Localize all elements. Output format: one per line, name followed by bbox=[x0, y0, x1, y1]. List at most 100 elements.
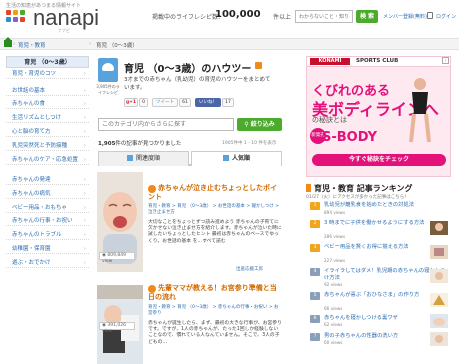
sidebar-item[interactable]: お世話の基本 bbox=[6, 86, 89, 96]
tab-popular[interactable]: 人気順 bbox=[191, 151, 282, 166]
category-search-input[interactable] bbox=[98, 118, 234, 131]
sidebar-item[interactable]: 赤ちゃんの病気 bbox=[6, 189, 89, 199]
ranking-heading: 育児・教育 記事ランキング bbox=[314, 184, 413, 193]
article-breadcrumb[interactable]: 育児・教育 > 育児 （0～3歳） > 赤ちゃんの行事・お祝い > お宮参り bbox=[148, 305, 282, 317]
rank-number: 1 bbox=[310, 202, 320, 210]
ad-cta-button[interactable]: 今すぐ秘訣をチェック bbox=[312, 154, 446, 166]
ranking-icon bbox=[306, 184, 311, 192]
nanapi-logo[interactable]: nanapi bbox=[4, 7, 99, 29]
ad-model-image bbox=[409, 78, 431, 142]
gplus-count: 0 bbox=[139, 98, 148, 107]
ranking-item-thumbnail[interactable] bbox=[430, 332, 448, 346]
article-view-count: ◉ 391,026 view bbox=[99, 322, 135, 334]
sidebar-item[interactable]: 幼稚園・保育園 bbox=[6, 244, 89, 254]
logo-sub: ナナピ bbox=[58, 28, 70, 33]
ad-club: SPORTS CLUB bbox=[356, 58, 399, 64]
sidebar-item[interactable]: 赤ちゃんの行事・お祝い bbox=[6, 216, 89, 226]
ranking-item-views: 62 views bbox=[324, 322, 343, 327]
sidebar-item[interactable]: 育児・育児のコツ bbox=[6, 69, 89, 79]
sidebar-item[interactable]: 生活リズムとしつけ bbox=[6, 113, 89, 123]
pager-info: 1905件中 1 - 10 件を表示 bbox=[222, 141, 277, 146]
rank-number: 4 bbox=[310, 268, 320, 276]
view-count-unit: view bbox=[102, 259, 113, 264]
ranking-item-views: 286 views bbox=[324, 234, 346, 239]
logo-mark-icon bbox=[4, 9, 32, 27]
site-search-button[interactable]: 検 索 bbox=[356, 10, 378, 23]
ranking-item-title[interactable]: ベビー用品を賢くお得に揃える方法 bbox=[324, 244, 446, 251]
ad-brand: KONAMI bbox=[310, 58, 350, 65]
ranking-item-views: 227 views bbox=[324, 258, 346, 263]
view-count-value: 809,849 bbox=[107, 253, 126, 258]
tab-relevance-label: 関連度順 bbox=[135, 155, 160, 162]
ranking-item-title[interactable]: 赤ちゃんが喜ぶ「おひなさま」の作り方 bbox=[324, 292, 446, 299]
page-title: 育児 （0～3歳）のハウツー bbox=[124, 64, 252, 75]
ad-product: S-BODY bbox=[322, 130, 377, 145]
breadcrumb-item-current: 育児 （0～3歳） bbox=[96, 43, 138, 49]
sidebar-heading: 育児 （0～3歳） bbox=[6, 56, 89, 68]
sidebar-item[interactable]: ベビー用品・おもちゃ bbox=[6, 203, 89, 213]
ranking-item-views: 894 views bbox=[324, 210, 346, 215]
register-link[interactable]: メンバー登録(無料) bbox=[383, 13, 427, 20]
like-button[interactable]: いいね！ bbox=[195, 98, 221, 107]
breadcrumb-item-category[interactable]: 育児・教育 bbox=[18, 41, 46, 49]
sidebar-item[interactable]: 心と脳の育て方 bbox=[6, 127, 89, 137]
ranking-item-title[interactable]: 赤ちゃんを寝かしつける裏ワザ bbox=[324, 315, 446, 322]
rank-number: 6 bbox=[310, 315, 320, 323]
view-count-unit: view bbox=[102, 329, 113, 334]
article-excerpt: 大切なことをちょっとずつ読み進めよう 赤ちゃんの子育てに欠かせない泣き止ませ方を… bbox=[148, 220, 282, 244]
ranking-item-title[interactable]: 乳幼児が離乳食を始めたときの対処法 bbox=[324, 202, 446, 209]
filter-button-label: 絞り込み bbox=[250, 121, 275, 128]
ad-choices-icon[interactable]: i bbox=[442, 57, 449, 64]
tab-icon bbox=[222, 155, 229, 161]
ranking-item-views: 92 views bbox=[324, 282, 343, 287]
ranking-item-title[interactable]: 男の子赤ちゃんの性器の洗い方 bbox=[324, 333, 446, 340]
ranking-subtitle: 01/27（火）にアクセスが多かった記事はこちら！ bbox=[306, 195, 409, 200]
ranking-item-title[interactable]: イライラしてはダメ！乳児期の赤ちゃんの寝かしつけ方法 bbox=[324, 268, 446, 281]
rank-number: 7 bbox=[310, 333, 320, 341]
breadcrumb bbox=[0, 38, 459, 50]
article-view-count: ◉ 809,849 view bbox=[99, 252, 135, 264]
sidebar-item[interactable]: 赤ちゃんのトラブル bbox=[6, 230, 89, 240]
ranking-item-thumbnail[interactable] bbox=[430, 314, 448, 328]
result-count: 1,905件の記事が見つかりました bbox=[98, 139, 181, 147]
filter-button[interactable]: ⚲ 絞り込み bbox=[237, 118, 282, 131]
result-count-value: 1,905 bbox=[98, 141, 116, 147]
rss-icon[interactable] bbox=[255, 62, 262, 69]
login-link[interactable]: ログイン bbox=[436, 13, 456, 20]
category-description: 3才までの赤ちゃん（乳幼児）の育児のハウツーをまとめています。 bbox=[124, 77, 271, 91]
view-count-value: 391,026 bbox=[107, 323, 126, 328]
recipe-count-label: 掲載中のライフレシピ数： bbox=[152, 14, 225, 21]
gplus-button[interactable]: g+1 bbox=[124, 98, 138, 107]
tab-relevance[interactable]: 関連度順 bbox=[98, 151, 189, 166]
tweet-button[interactable]: ツイート bbox=[152, 98, 178, 107]
home-icon[interactable] bbox=[4, 37, 12, 47]
article-excerpt: 赤ちゃんが誕生したら、まず、最初の大きな行事が、お宮参りです。ですが、1人の赤ち… bbox=[148, 321, 282, 345]
sidebar-item[interactable]: 赤ちゃんの食 bbox=[6, 99, 89, 109]
sidebar-item[interactable]: 乳児突然死と予防接種 bbox=[6, 141, 89, 151]
article-breadcrumb[interactable]: 育児・教育 > 育児 （0～3歳） > お世話の基本 > 寝かしつけ > 泣き止… bbox=[148, 204, 282, 216]
ranking-item-thumbnail[interactable] bbox=[430, 293, 448, 307]
article-author[interactable]: 出産応援工房 bbox=[236, 266, 263, 272]
ad-headline-3: の秘訣とは bbox=[312, 116, 347, 124]
category-icon-count: 3,905件のライフレシピ bbox=[96, 84, 120, 95]
tab-icon bbox=[126, 155, 133, 161]
recipe-count-unit: 件以上 bbox=[273, 14, 292, 21]
sidebar-item[interactable]: 遊ぶ・おでかけ bbox=[6, 258, 89, 268]
sidebar-item[interactable]: 赤ちゃんの発達 bbox=[6, 175, 89, 185]
result-count-suffix: 件の記事が見つかりました bbox=[115, 141, 182, 147]
site-search-input[interactable] bbox=[295, 10, 353, 23]
ranking-item-title[interactable]: 3 時までに子供を働かせるようにする方法 bbox=[324, 220, 446, 227]
category-baby-icon bbox=[98, 58, 118, 82]
tab-popular-label: 人気順 bbox=[231, 155, 250, 162]
ranking-item-thumbnail[interactable] bbox=[430, 221, 448, 235]
recipe-count-value: 100,000 bbox=[215, 9, 261, 20]
rank-number: 2 bbox=[310, 220, 320, 228]
ranking-item-thumbnail[interactable] bbox=[430, 245, 448, 259]
like-count: 17 bbox=[222, 98, 234, 107]
ranking-item-views: 60 views bbox=[324, 340, 343, 345]
article-title[interactable]: 赤ちゃんが泣き止むちょっとしたポイント bbox=[148, 184, 282, 202]
ranking-item-thumbnail[interactable] bbox=[430, 269, 448, 283]
article-title[interactable]: 先輩ママが教える！お宮参り準備と当日の流れ bbox=[148, 284, 282, 302]
rank-number: 5 bbox=[310, 292, 320, 300]
sidebar-item[interactable]: 赤ちゃんのケア・応急処置 bbox=[6, 155, 89, 165]
